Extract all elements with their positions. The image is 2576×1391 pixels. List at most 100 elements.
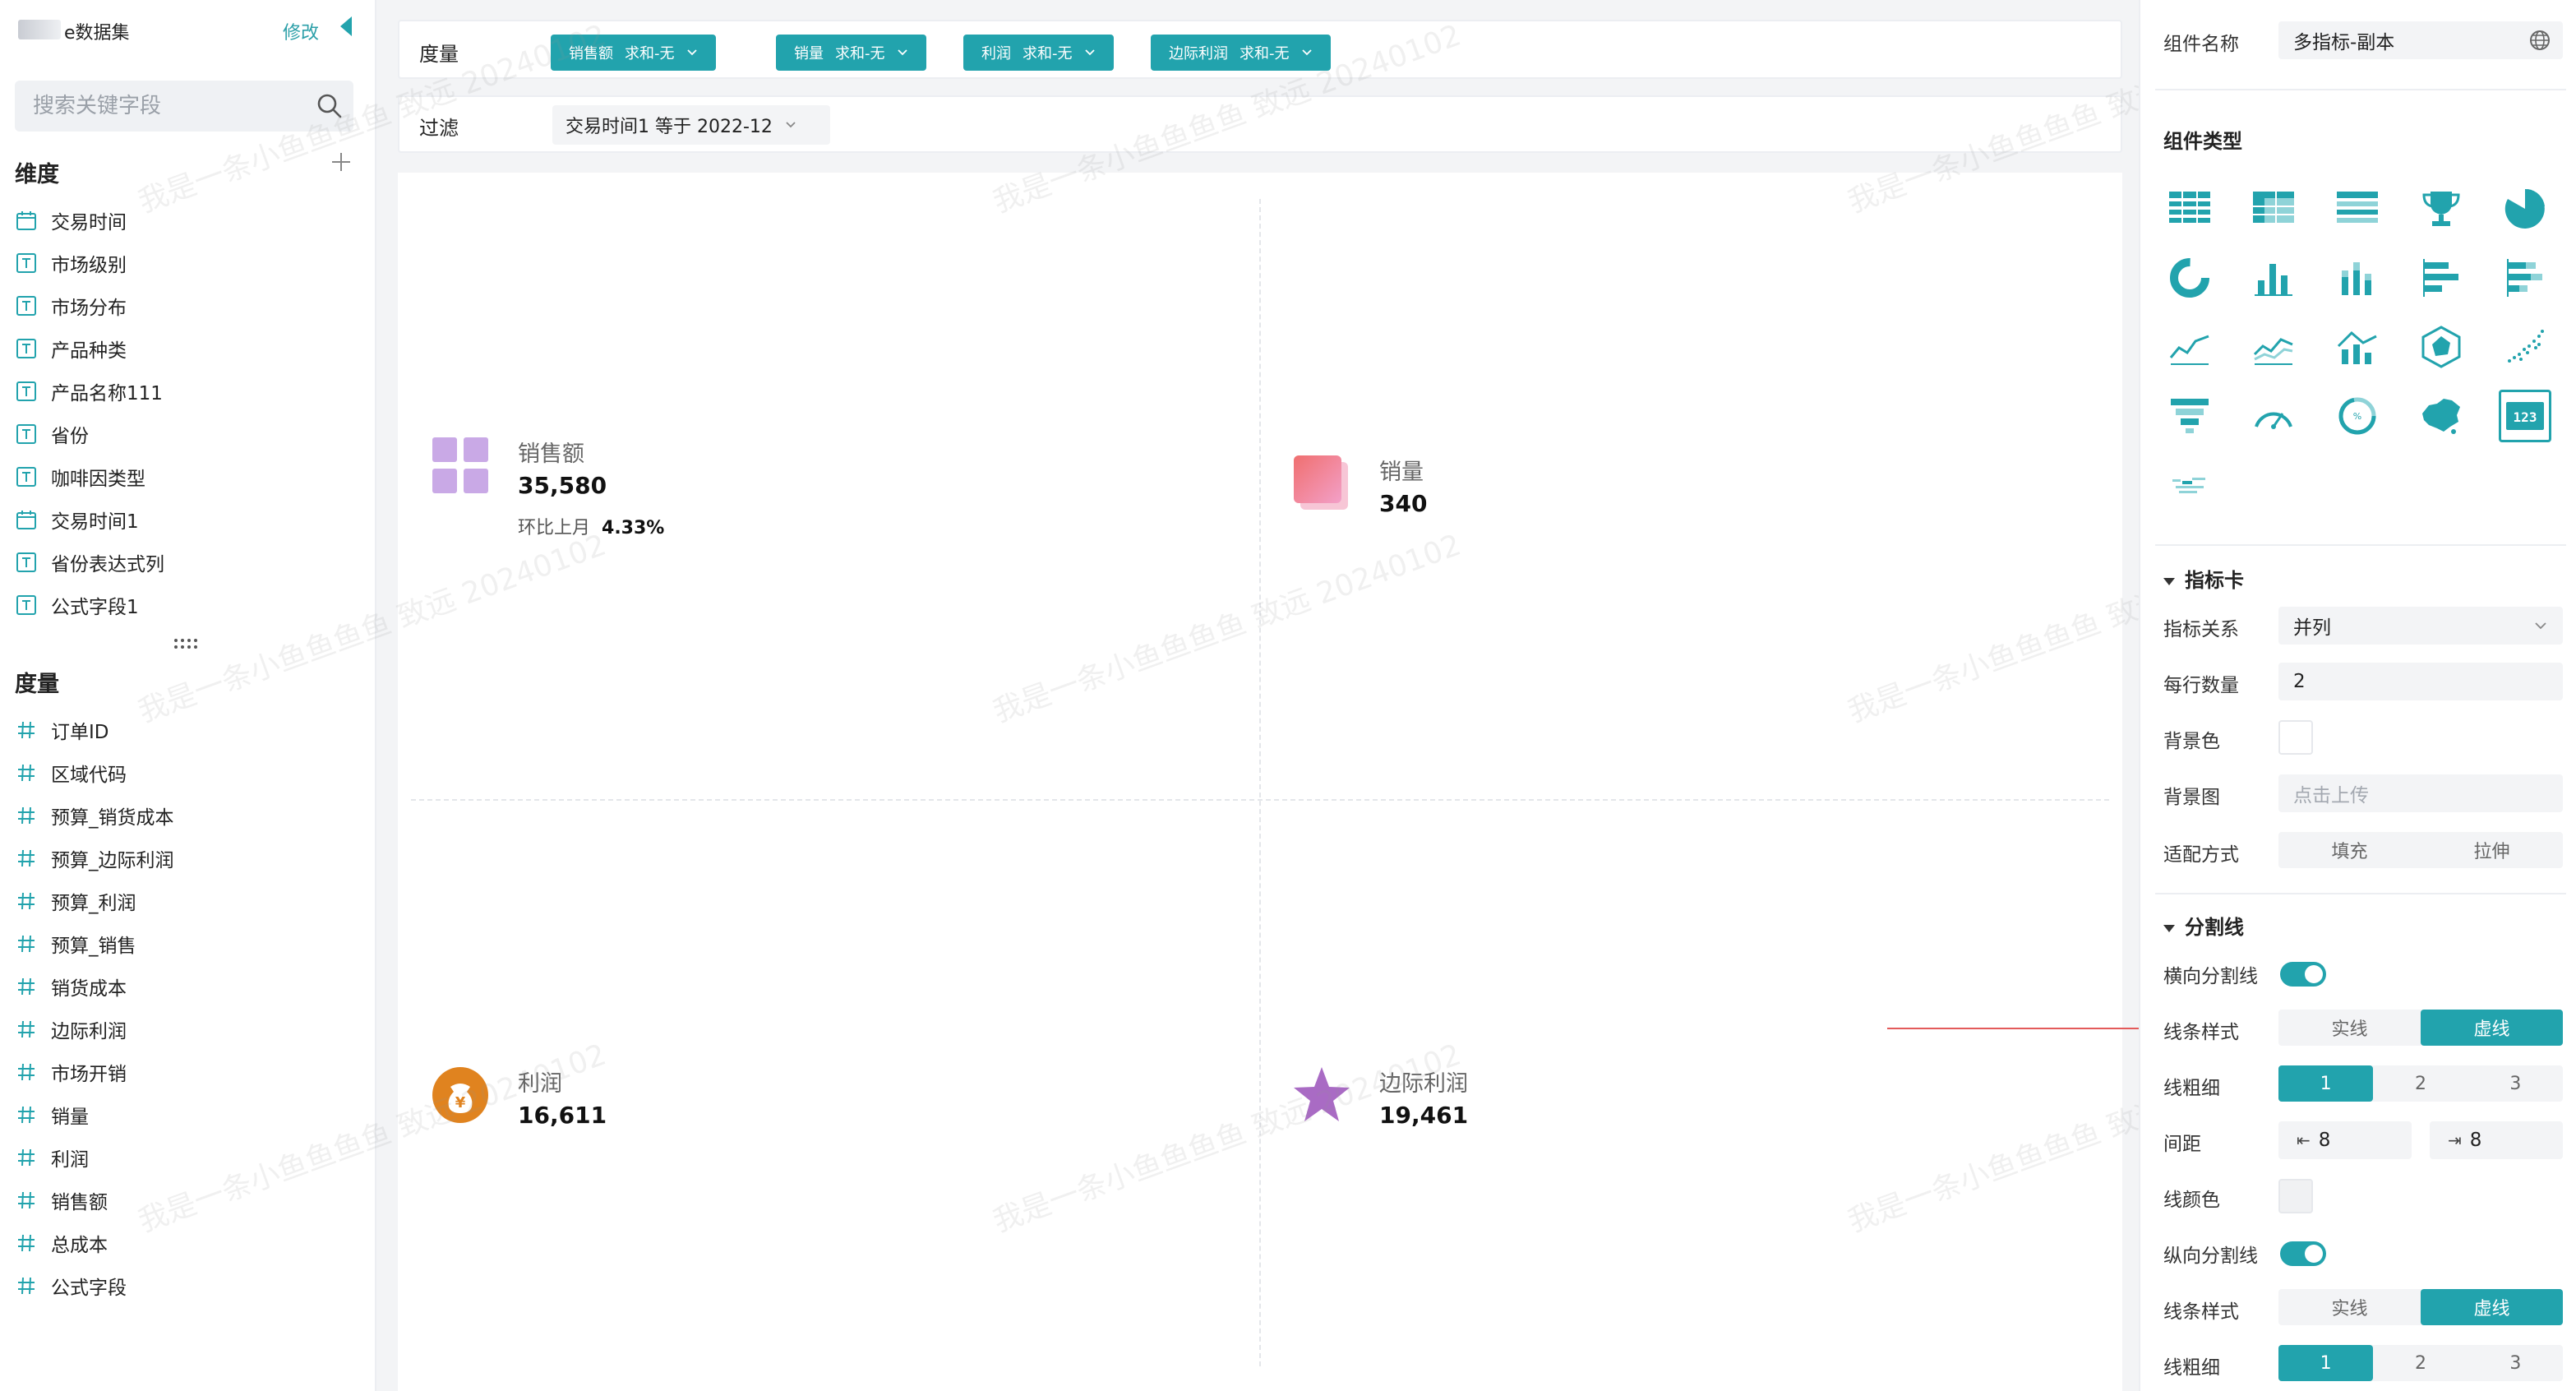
bg-color-swatch[interactable] xyxy=(2278,720,2313,755)
measure-item[interactable]: 公式字段 xyxy=(15,1264,360,1307)
cross-table-icon[interactable] xyxy=(2247,183,2300,235)
text-field-icon xyxy=(15,252,38,275)
divider-section-title[interactable]: 分割线 xyxy=(2163,911,2244,940)
donut-chart-icon[interactable] xyxy=(2163,252,2216,304)
trophy-icon[interactable] xyxy=(2415,183,2468,235)
table-icon[interactable] xyxy=(2163,183,2216,235)
measure-item[interactable]: 利润 xyxy=(15,1136,360,1179)
dimension-item[interactable]: 市场分布 xyxy=(15,284,360,327)
measure-item[interactable]: 总成本 xyxy=(15,1222,360,1264)
dimension-item[interactable]: 产品种类 xyxy=(15,327,360,370)
kpi-value: 340 xyxy=(1379,490,1428,517)
pie-chart-icon[interactable] xyxy=(2499,183,2551,235)
thickness-1[interactable]: 1 xyxy=(2278,1065,2374,1102)
v-line-style-label: 线条样式 xyxy=(2163,1301,2239,1323)
kpi-name: 利润 xyxy=(518,1071,562,1097)
measure-item[interactable]: 销货成本 xyxy=(15,965,360,1008)
thickness-2[interactable]: 2 xyxy=(2373,1065,2468,1102)
dimension-item[interactable]: 产品名称111 xyxy=(15,370,360,413)
measure-item[interactable]: 销售额 xyxy=(15,1179,360,1222)
grouped-table-icon[interactable] xyxy=(2331,183,2384,235)
bg-image-upload[interactable]: 点击上传 xyxy=(2278,774,2563,812)
percent-ring-icon[interactable]: % xyxy=(2331,390,2384,442)
field-label: 利润 xyxy=(51,1149,89,1171)
hash-icon xyxy=(15,890,38,913)
v-line-style-dashed[interactable]: 虚线 xyxy=(2421,1289,2563,1325)
relation-select[interactable]: 并列 xyxy=(2278,607,2563,645)
measure-item[interactable]: 预算_边际利润 xyxy=(15,837,360,880)
vertical-divider xyxy=(1259,199,1261,1366)
measure-item[interactable]: 预算_利润 xyxy=(15,880,360,922)
measure-item[interactable]: 销量 xyxy=(15,1093,360,1136)
measure-item[interactable]: 区域代码 xyxy=(15,751,360,794)
dimension-item[interactable]: 省份 xyxy=(15,413,360,455)
dimension-item[interactable]: 省份表达式列 xyxy=(15,541,360,584)
kpi-section-title[interactable]: 指标卡 xyxy=(2163,564,2244,593)
fit-option-stretch[interactable]: 拉伸 xyxy=(2421,832,2563,868)
measure-pill[interactable]: 销售额 求和-无 xyxy=(551,35,716,71)
svg-text:%: % xyxy=(2353,411,2361,422)
chevron-down-icon xyxy=(686,49,697,56)
stacked-horizontal-bar-icon[interactable] xyxy=(2499,252,2551,304)
filter-chip[interactable]: 交易时间1 等于 2022-12 xyxy=(552,105,830,145)
search-input[interactable] xyxy=(33,92,304,120)
line-style-dashed[interactable]: 虚线 xyxy=(2421,1010,2563,1046)
number-card-icon[interactable]: 123 xyxy=(2499,390,2551,442)
v-thickness-1[interactable]: 1 xyxy=(2278,1345,2374,1381)
bar-chart-icon[interactable] xyxy=(2247,252,2300,304)
measure-item[interactable]: 预算_销货成本 xyxy=(15,794,360,837)
v-thickness-3[interactable]: 3 xyxy=(2468,1345,2563,1381)
line-style-solid[interactable]: 实线 xyxy=(2278,1010,2421,1046)
spacing-right-input[interactable]: ⇥ 8 xyxy=(2430,1121,2563,1159)
caret-down-icon xyxy=(2163,924,2175,932)
china-map-icon[interactable] xyxy=(2415,390,2468,442)
v-thickness-2[interactable]: 2 xyxy=(2373,1345,2468,1381)
v-line-style-solid[interactable]: 实线 xyxy=(2278,1289,2421,1325)
fit-option-fill[interactable]: 填充 xyxy=(2278,832,2421,868)
measure-pill-agg: 求和-无 xyxy=(1023,45,1073,62)
field-label: 产品名称111 xyxy=(51,383,163,404)
word-cloud-icon[interactable] xyxy=(2163,459,2216,511)
gauge-chart-icon[interactable] xyxy=(2247,390,2300,442)
field-label: 预算_利润 xyxy=(51,893,136,914)
measure-pill[interactable]: 边际利润 求和-无 xyxy=(1151,35,1331,71)
dimension-item[interactable]: 交易时间1 xyxy=(15,498,360,541)
measure-pill[interactable]: 利润 求和-无 xyxy=(963,35,1114,71)
add-dimension-icon[interactable] xyxy=(330,151,352,173)
edit-dataset-link[interactable]: 修改 xyxy=(283,18,319,44)
hash-icon xyxy=(15,1103,38,1126)
globe-icon[interactable] xyxy=(2528,29,2551,52)
scatter-chart-icon[interactable] xyxy=(2499,321,2551,373)
radar-chart-icon[interactable] xyxy=(2415,321,2468,373)
horizontal-bar-icon[interactable] xyxy=(2415,252,2468,304)
funnel-chart-icon[interactable] xyxy=(2163,390,2216,442)
measure-item[interactable]: 预算_销售 xyxy=(15,922,360,965)
dimension-item[interactable]: 咖啡因类型 xyxy=(15,455,360,498)
collapse-sidebar-icon[interactable] xyxy=(340,16,352,36)
thickness-3[interactable]: 3 xyxy=(2468,1065,2563,1102)
line-chart-icon[interactable] xyxy=(2163,321,2216,373)
measure-pill[interactable]: 销量 求和-无 xyxy=(776,35,926,71)
stacked-bar-icon[interactable] xyxy=(2331,252,2384,304)
spacing-left-input[interactable]: ⇤ 8 xyxy=(2278,1121,2412,1159)
measure-item[interactable]: 订单ID xyxy=(15,709,360,751)
component-name-input[interactable]: 多指标-副本 xyxy=(2278,21,2563,59)
per-row-input[interactable]: 2 xyxy=(2278,663,2563,700)
multi-line-chart-icon[interactable] xyxy=(2247,321,2300,373)
dimension-item[interactable]: 公式字段1 xyxy=(15,584,360,626)
field-sidebar: e数据集 修改 维度 交易时间市场级别市场分布产品种类产品名称111 省份咖啡因类… xyxy=(0,0,376,1391)
combo-chart-icon[interactable] xyxy=(2331,321,2384,373)
field-search xyxy=(15,81,353,132)
fit-mode-toggle: 填充 拉伸 xyxy=(2278,832,2563,868)
dimension-item[interactable]: 市场级别 xyxy=(15,242,360,284)
drag-handle-icon[interactable] xyxy=(173,638,199,649)
measure-item[interactable]: 市场开销 xyxy=(15,1051,360,1093)
caret-down-icon xyxy=(2163,577,2175,585)
dimension-item[interactable]: 交易时间 xyxy=(15,199,360,242)
search-icon[interactable] xyxy=(316,92,344,120)
text-field-icon xyxy=(15,294,38,317)
line-color-swatch[interactable] xyxy=(2278,1179,2313,1213)
h-divider-toggle[interactable] xyxy=(2280,962,2326,987)
v-divider-toggle[interactable] xyxy=(2280,1241,2326,1266)
measure-item[interactable]: 边际利润 xyxy=(15,1008,360,1051)
